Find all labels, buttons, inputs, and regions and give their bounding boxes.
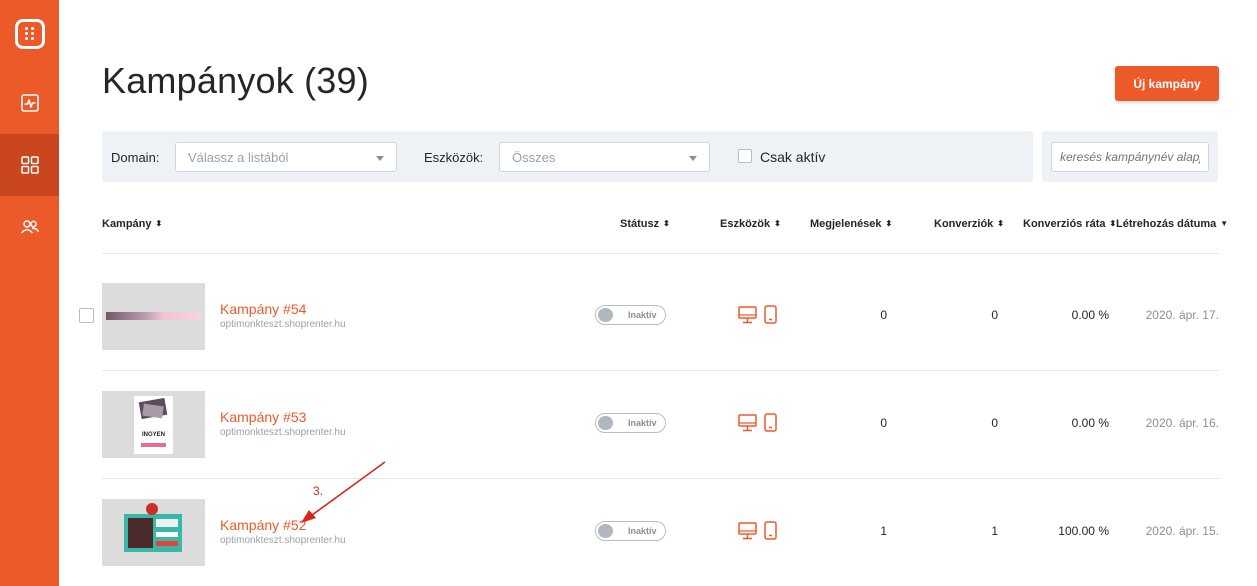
sort-icon: ⬍ [663, 219, 670, 228]
status-label: Inaktív [628, 526, 657, 536]
column-header-label: Eszközök [720, 218, 771, 230]
active-only-checkbox[interactable] [738, 149, 752, 163]
column-header-created[interactable]: Létrehozás dátuma ▼ [1116, 218, 1228, 230]
thumbnail-text [156, 519, 178, 527]
filter-bar: Domain: Válassz a listából Eszközök: Öss… [102, 131, 1033, 182]
mobile-icon [764, 521, 777, 540]
status-toggle[interactable]: Inaktív [595, 521, 666, 541]
thumbnail-input [156, 532, 178, 537]
sort-icon: ⬍ [774, 219, 781, 228]
search-input[interactable] [1051, 142, 1209, 172]
sort-icon: ⬍ [997, 219, 1004, 228]
column-header-conversions[interactable]: Konverziók ⬍ [934, 218, 1004, 230]
dashboard-icon [20, 156, 39, 174]
thumbnail-popup [124, 514, 182, 552]
campaign-domain: optimonkteszt.shoprenter.hu [220, 535, 346, 546]
impressions-value: 0 [880, 308, 887, 322]
impressions-value: 0 [880, 416, 887, 430]
created-date: 2020. ápr. 17. [1145, 308, 1219, 322]
column-header-status[interactable]: Státusz ⬍ [620, 218, 670, 230]
divider [102, 253, 1219, 254]
active-only-label: Csak aktív [760, 149, 826, 165]
conversions-value: 0 [991, 308, 998, 322]
chevron-down-icon [689, 156, 697, 161]
sidebar-item-campaigns[interactable] [0, 134, 59, 196]
column-header-label: Megjelenések [810, 218, 882, 230]
status-label: Inaktív [628, 310, 657, 320]
thumbnail-text: INGYEN [141, 432, 165, 438]
toggle-knob [598, 524, 613, 538]
toggle-knob [598, 308, 613, 322]
thumbnail-decoration [146, 503, 158, 515]
column-header-label: Kampány [102, 218, 152, 230]
page-title: Kampányok (39) [102, 60, 369, 101]
desktop-icon [738, 414, 757, 432]
devices-select-value: Összes [512, 150, 556, 165]
domain-select[interactable]: Válassz a listából [175, 142, 397, 172]
new-campaign-button[interactable]: Új kampány [1115, 66, 1219, 101]
mobile-icon [764, 413, 777, 432]
users-icon [20, 220, 39, 234]
status-toggle[interactable]: Inaktív [595, 305, 666, 325]
chevron-down-icon [376, 156, 384, 161]
thumbnail-banner [106, 312, 201, 320]
thumbnail-image [142, 403, 164, 419]
table-row[interactable]: Kampány #54 optimonkteszt.shoprenter.hu … [0, 261, 1257, 369]
impressions-value: 1 [880, 524, 887, 538]
domain-select-placeholder: Válassz a listából [188, 150, 289, 165]
mobile-icon [764, 305, 777, 324]
column-header-label: Státusz [620, 218, 660, 230]
thumbnail-popup: INGYEN [134, 396, 173, 454]
conversion-rate-value: 0.00 % [1071, 308, 1109, 322]
column-header-label: Létrehozás dátuma [1116, 218, 1217, 230]
thumbnail-image [128, 518, 153, 548]
table-row[interactable]: INGYEN Kampány #53 optimonkteszt.shopren… [0, 369, 1257, 477]
campaign-domain: optimonkteszt.shoprenter.hu [220, 319, 346, 330]
campaign-name-link[interactable]: Kampány #53 [220, 409, 306, 425]
conversion-rate-value: 0.00 % [1071, 416, 1109, 430]
domain-label: Domain: [111, 150, 160, 165]
devices-select[interactable]: Összes [499, 142, 710, 172]
analytics-icon [20, 94, 39, 112]
search-box [1042, 131, 1218, 182]
conversions-value: 0 [991, 416, 998, 430]
created-date: 2020. ápr. 15. [1145, 524, 1219, 538]
row-checkbox[interactable] [79, 308, 94, 323]
annotation-label: 3. [313, 484, 324, 498]
campaign-name-link[interactable]: Kampány #54 [220, 301, 306, 317]
campaign-thumbnail[interactable] [102, 283, 205, 350]
campaign-name-link[interactable]: Kampány #52 [220, 517, 306, 533]
status-toggle[interactable]: Inaktív [595, 413, 666, 433]
toggle-knob [598, 416, 613, 430]
column-header-label: Konverziós ráta [1023, 218, 1106, 230]
sort-icon: ⬍ [155, 219, 163, 228]
logo-icon[interactable] [15, 19, 45, 49]
campaign-domain: optimonkteszt.shoprenter.hu [220, 427, 346, 438]
devices-label: Eszközök: [424, 150, 484, 165]
desktop-icon [738, 306, 757, 324]
campaign-thumbnail[interactable]: INGYEN [102, 391, 205, 458]
desktop-icon [738, 522, 757, 540]
sidebar-item-analytics[interactable] [0, 72, 59, 134]
conversions-value: 1 [991, 524, 998, 538]
column-header-impressions[interactable]: Megjelenések ⬍ [810, 218, 892, 230]
created-date: 2020. ápr. 16. [1145, 416, 1219, 430]
campaign-thumbnail[interactable] [102, 499, 205, 566]
column-header-campaign[interactable]: Kampány ⬍ [102, 218, 162, 230]
column-header-conversion-rate[interactable]: Konverziós ráta ⬍ [1023, 218, 1116, 230]
sort-desc-icon: ▼ [1220, 219, 1229, 228]
status-label: Inaktív [628, 418, 657, 428]
thumbnail-button [141, 443, 166, 447]
table-row[interactable]: Kampány #52 optimonkteszt.shoprenter.hu … [0, 477, 1257, 585]
conversion-rate-value: 100.00 % [1058, 524, 1109, 538]
sort-icon: ⬍ [885, 219, 893, 228]
column-header-devices[interactable]: Eszközök ⬍ [720, 218, 781, 230]
column-header-label: Konverziók [934, 218, 994, 230]
thumbnail-button [156, 541, 178, 546]
sidebar-item-users[interactable] [0, 196, 59, 258]
